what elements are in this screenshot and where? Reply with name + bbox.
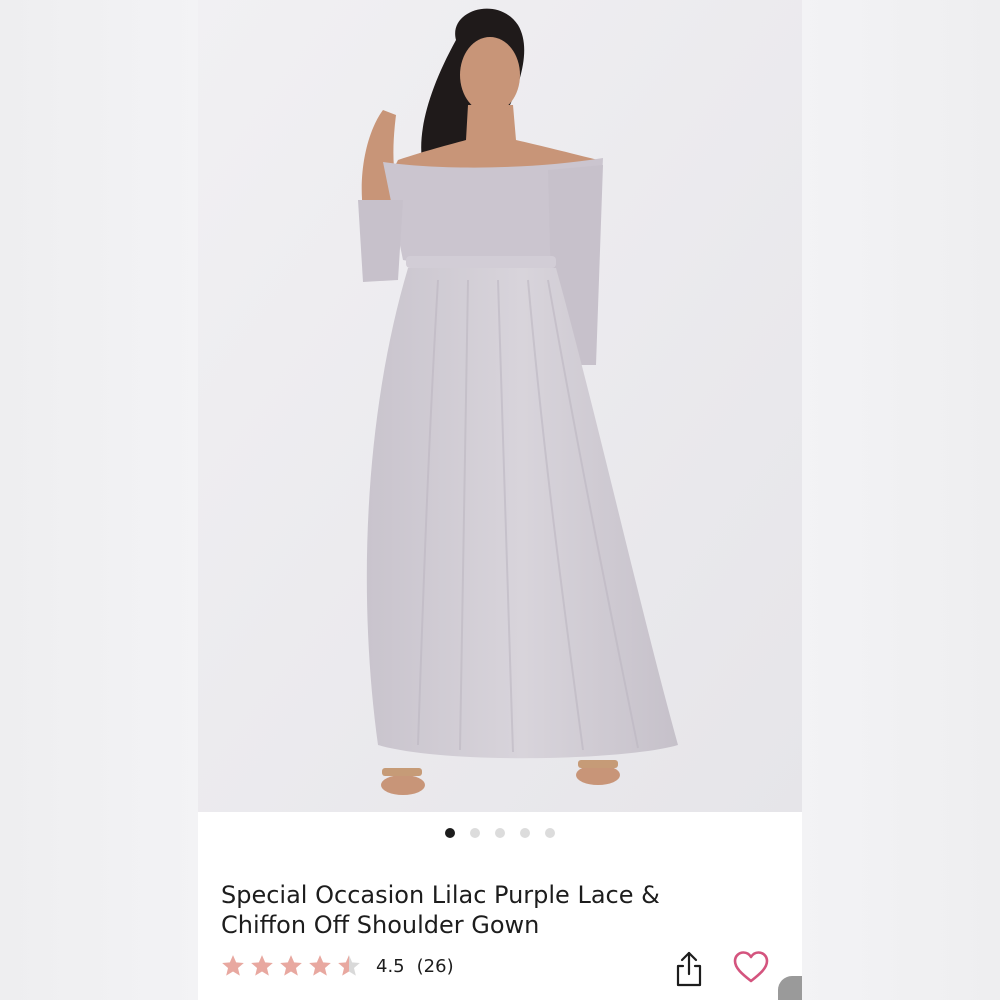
review-count[interactable]: (26) — [417, 956, 454, 977]
share-icon — [676, 951, 702, 987]
rating-row[interactable]: 4.5 (26) — [220, 950, 454, 982]
scroll-handle[interactable] — [778, 976, 802, 1000]
carousel-indicator — [198, 826, 802, 840]
star-icon — [280, 955, 302, 976]
product-title-line-2: Chiffon Off Shoulder Gown — [221, 911, 540, 939]
product-title: Special Occasion Lilac Purple Lace & Chi… — [221, 880, 741, 940]
carousel-dot-1[interactable] — [445, 828, 455, 838]
carousel-dot-4[interactable] — [520, 828, 530, 838]
star-icon — [251, 955, 273, 976]
star-icon — [309, 955, 331, 976]
star-icon — [222, 955, 244, 976]
star-rating — [220, 953, 362, 979]
product-image[interactable] — [198, 0, 802, 812]
favorite-button[interactable] — [732, 950, 770, 984]
heart-icon — [733, 951, 769, 983]
carousel-dot-3[interactable] — [495, 828, 505, 838]
share-button[interactable] — [674, 950, 704, 988]
product-title-line-1: Special Occasion Lilac Purple Lace & — [221, 881, 660, 909]
star-half-icon — [338, 955, 360, 976]
page-background: Special Occasion Lilac Purple Lace & Chi… — [0, 0, 1000, 1000]
carousel-dot-2[interactable] — [470, 828, 480, 838]
rating-value: 4.5 — [376, 955, 405, 977]
carousel-dot-5[interactable] — [545, 828, 555, 838]
product-screen: Special Occasion Lilac Purple Lace & Chi… — [198, 0, 802, 1000]
